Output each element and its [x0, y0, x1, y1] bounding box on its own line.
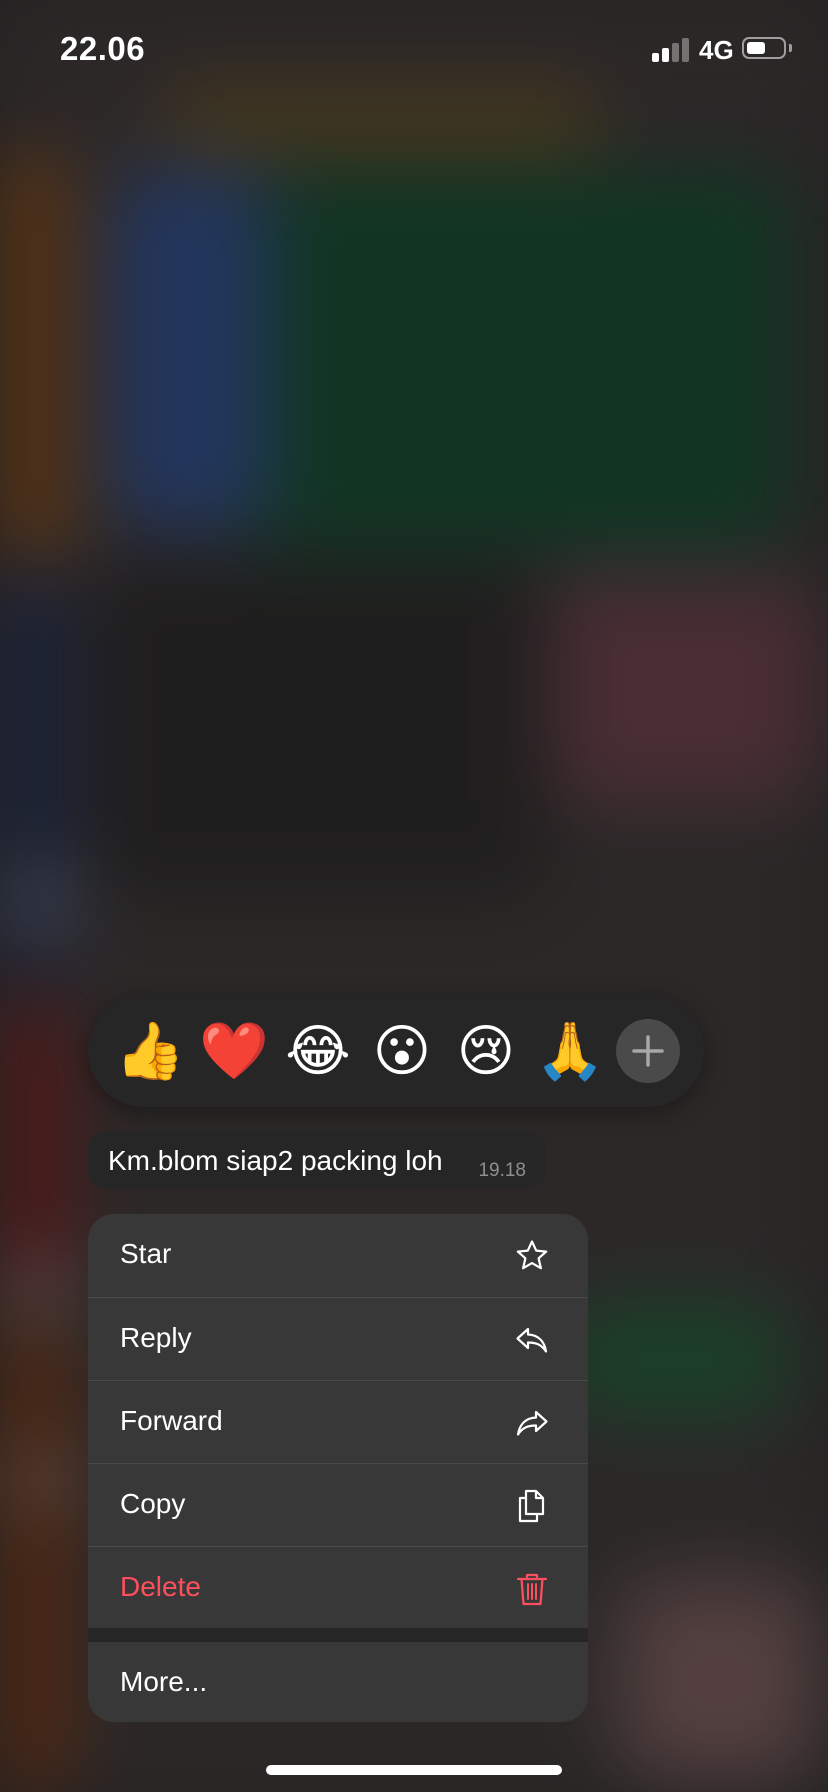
battery-cap	[789, 44, 792, 52]
menu-item-star[interactable]: Star	[88, 1214, 588, 1297]
menu-item-more[interactable]: More...	[88, 1642, 588, 1722]
menu-item-label: Star	[120, 1238, 172, 1269]
reaction-surprised[interactable]: 😮	[364, 1013, 440, 1089]
more-reactions-button[interactable]	[616, 1019, 680, 1083]
reply-icon	[516, 1327, 548, 1353]
message-text: Km.blom siap2 packing loh	[108, 1145, 443, 1176]
reaction-thumbs-up[interactable]: 👍	[112, 1013, 188, 1089]
cellular-signal-icon	[652, 38, 692, 62]
status-bar: 22.06 4G	[0, 0, 828, 100]
reaction-tears-of-joy[interactable]: 😂	[280, 1013, 356, 1089]
menu-item-label: Reply	[120, 1322, 192, 1353]
reaction-bar: 👍 ❤️ 😂 😮 😢 🙏	[88, 995, 704, 1107]
menu-separator	[88, 1628, 588, 1642]
status-time: 22.06	[60, 30, 146, 67]
menu-item-label: Forward	[120, 1405, 223, 1436]
menu-item-copy[interactable]: Copy	[88, 1463, 588, 1547]
star-icon	[516, 1240, 548, 1270]
home-indicator[interactable]	[266, 1765, 562, 1775]
network-type: 4G	[699, 35, 734, 65]
battery-icon	[742, 37, 786, 59]
reaction-folded-hands[interactable]: 🙏	[532, 1013, 608, 1089]
copy-icon	[518, 1489, 545, 1523]
plus-icon	[632, 1035, 664, 1067]
menu-item-delete[interactable]: Delete	[88, 1546, 588, 1630]
message-bubble[interactable]: Km.blom siap2 packing loh 19.18	[88, 1131, 546, 1189]
message-context-menu: Star Reply Forward Copy Delete More...	[88, 1214, 588, 1722]
trash-icon	[516, 1573, 548, 1606]
menu-item-forward[interactable]: Forward	[88, 1380, 588, 1464]
message-time: 19.18	[478, 1160, 526, 1181]
menu-item-label: Copy	[120, 1488, 186, 1519]
reaction-crying[interactable]: 😢	[448, 1013, 524, 1089]
menu-item-reply[interactable]: Reply	[88, 1297, 588, 1381]
reaction-red-heart[interactable]: ❤️	[196, 1013, 272, 1089]
menu-item-label: Delete	[120, 1571, 201, 1602]
battery-level	[747, 42, 765, 54]
forward-icon	[516, 1410, 548, 1436]
menu-item-label: More...	[120, 1666, 208, 1697]
